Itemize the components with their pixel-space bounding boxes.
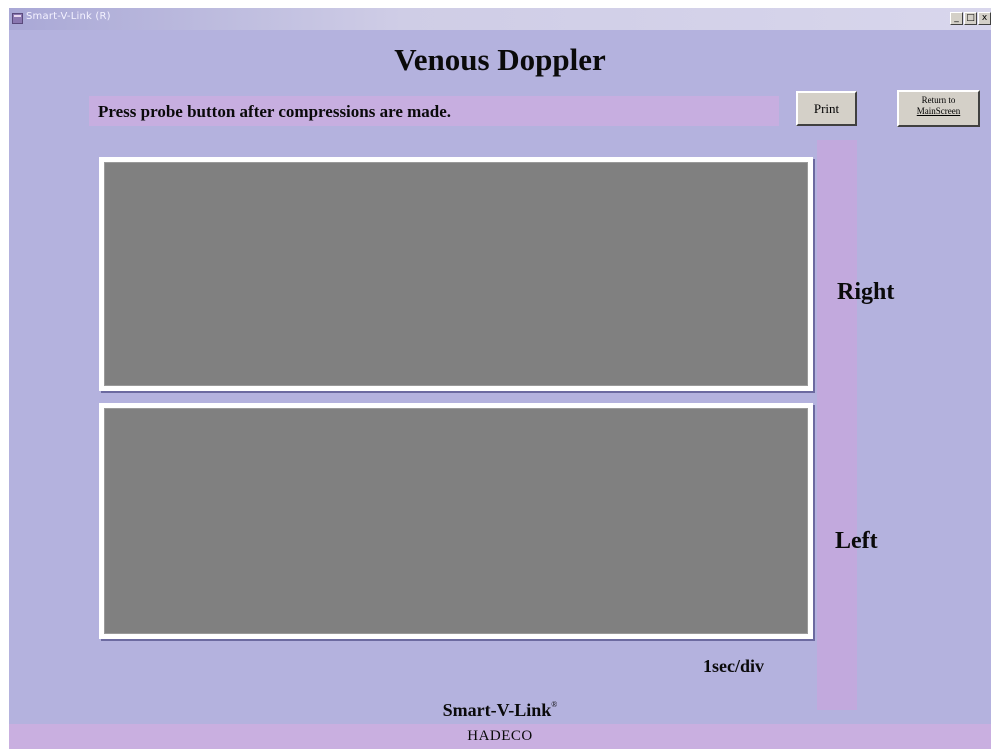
- page-title: Venous Doppler: [394, 42, 606, 77]
- return-button-line2: MainScreen: [916, 106, 961, 116]
- brand-text: Smart-V-Link: [442, 700, 552, 720]
- title-bar[interactable]: Smart-V-Link (R) _ □ x: [9, 8, 991, 30]
- left-doppler-graph: [99, 403, 813, 639]
- main-content: Venous Doppler Press probe button after …: [9, 30, 991, 749]
- timescale-label: 1sec/div: [703, 656, 764, 676]
- side-panel-strip: [817, 140, 857, 710]
- return-button-line1: Return to: [921, 95, 956, 105]
- app-window: Smart-V-Link (R) _ □ x Venous Doppler Pr…: [9, 8, 991, 749]
- left-graph-label: Left: [835, 528, 878, 554]
- maximize-button[interactable]: □: [964, 12, 977, 25]
- print-button[interactable]: Print: [796, 91, 857, 126]
- app-icon: [12, 13, 23, 24]
- window-controls: _ □ x: [950, 12, 991, 25]
- company-name: HADECO: [467, 728, 533, 744]
- instruction-text: Press probe button after compressions ar…: [98, 102, 452, 121]
- registered-mark: ®: [551, 700, 558, 709]
- minimize-button[interactable]: _: [950, 12, 963, 25]
- right-graph-label: Right: [837, 279, 895, 305]
- right-doppler-graph: [99, 157, 813, 391]
- return-to-main-button[interactable]: Return to MainScreen: [897, 90, 980, 127]
- brand-name: Smart-V-Link®: [9, 700, 991, 721]
- close-button[interactable]: x: [978, 12, 991, 25]
- window-title: Smart-V-Link (R): [26, 11, 111, 22]
